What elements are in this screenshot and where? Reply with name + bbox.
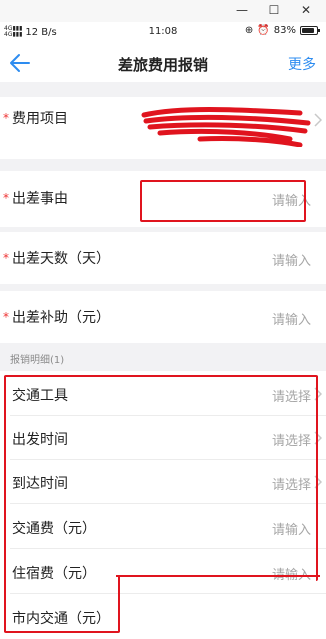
annotation-box-city-transport [4, 575, 120, 633]
required-mark: * [3, 251, 9, 265]
screen: — ☐ ✕ 4G▮▮▮ 4G▮▮▮ 12 B/s 11:08 ⊕ ⏰ 83% 差旅… [0, 0, 326, 639]
status-bar: 4G▮▮▮ 4G▮▮▮ 12 B/s 11:08 ⊕ ⏰ 83% [0, 22, 326, 44]
trip-allowance-label: 出差补助（元） [12, 310, 110, 326]
alarm-icon: ⏰ [257, 25, 270, 36]
nfc-icon: ⊕ [244, 25, 254, 36]
trip-days-label: 出差天数（天） [12, 251, 110, 267]
annotation-line [116, 575, 320, 577]
expense-item-label: 费用项目 [12, 111, 68, 127]
required-mark: * [3, 310, 9, 324]
annotation-box-details [4, 375, 318, 581]
trip-days-row[interactable]: * 出差天数（天） 请输入 [0, 232, 326, 284]
trip-reason-label: 出差事由 [12, 191, 68, 207]
window-titlebar: — ☐ ✕ [0, 0, 326, 22]
section-title: 报销明细(1) [10, 355, 65, 366]
required-mark: * [3, 191, 9, 205]
close-button[interactable]: ✕ [296, 2, 316, 18]
redacted-value-scribble [141, 107, 311, 147]
chevron-right-icon [314, 113, 322, 127]
more-button[interactable]: 更多 [288, 54, 316, 74]
trip-allowance-row[interactable]: * 出差补助（元） 请输入 [0, 291, 326, 343]
trip-allowance-input[interactable]: 请输入 [272, 309, 311, 328]
battery-percent: 83% [273, 25, 296, 36]
nav-bar: 差旅费用报销 更多 [0, 44, 326, 82]
required-mark: * [3, 111, 9, 125]
trip-days-input[interactable]: 请输入 [272, 250, 311, 269]
page-title: 差旅费用报销 [117, 56, 208, 74]
expense-item-row[interactable]: * 费用项目 [0, 97, 326, 159]
maximize-button[interactable]: ☐ [264, 2, 284, 18]
minimize-button[interactable]: — [232, 2, 252, 18]
battery-icon [300, 26, 320, 35]
annotation-box-trip-reason [140, 180, 306, 222]
